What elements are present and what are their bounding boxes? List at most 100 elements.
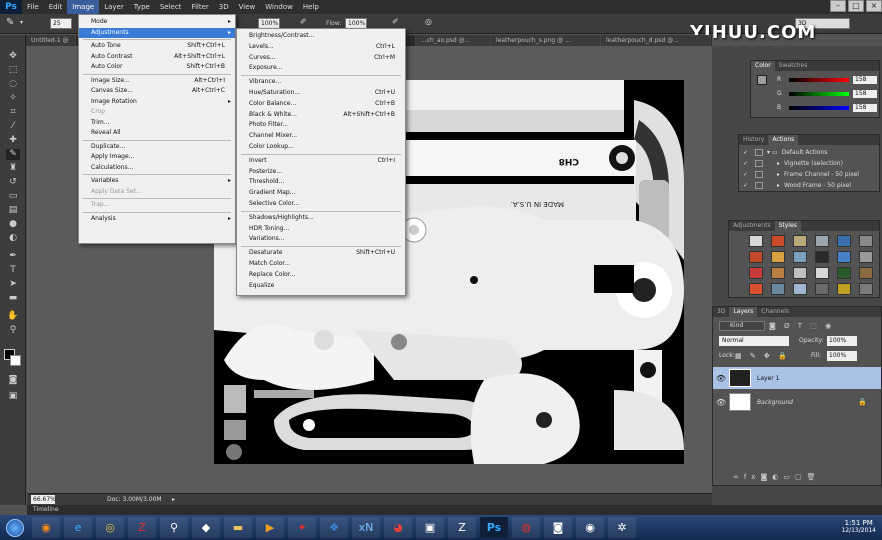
firefox-icon[interactable]: ◉ (32, 517, 60, 538)
gradient-tool-icon[interactable]: ▤ (6, 205, 20, 216)
menu-help[interactable]: Help (298, 0, 324, 14)
history-brush-tool-icon[interactable]: ↺ (6, 177, 20, 188)
photoshop-icon[interactable]: Ps (480, 517, 508, 538)
shape-tool-icon[interactable]: ▬ (6, 293, 20, 304)
menu-item-gradient-map[interactable]: Gradient Map... (237, 188, 405, 198)
style-swatch[interactable] (793, 251, 807, 263)
menu-item-color-balance[interactable]: Color Balance... Ctrl+B (237, 99, 405, 109)
color-slider-bar[interactable] (789, 105, 849, 110)
eyedropper-tool-icon[interactable]: ⁄ (6, 121, 20, 132)
menu-file[interactable]: File (22, 0, 44, 14)
quick-mask-icon[interactable]: ◙ (6, 375, 20, 386)
tab-layers[interactable]: Layers (729, 307, 758, 317)
pressure-opacity-icon[interactable]: ✐ (300, 17, 310, 26)
menu-item-equalize[interactable]: Equalize (237, 281, 405, 291)
menu-item-threshold[interactable]: Threshold... (237, 177, 405, 187)
menu-item-crop[interactable]: Crop (79, 107, 235, 117)
menu-item-canvas-size[interactable]: Canvas Size... Alt+Ctrl+C (79, 86, 235, 96)
menu-item-variables[interactable]: Variables ▸ (79, 176, 235, 186)
filter-kind-select[interactable]: Kind (719, 321, 765, 331)
menu-layer[interactable]: Layer (99, 0, 129, 14)
menu-item-levels[interactable]: Levels... Ctrl+L (237, 42, 405, 52)
monitor-icon[interactable]: ▣ (416, 517, 444, 538)
camera-icon[interactable]: ◉ (576, 517, 604, 538)
check-icon[interactable]: ✓ (743, 182, 751, 189)
layer-name[interactable]: Layer 1 (757, 375, 779, 382)
menu-item-image-size[interactable]: Image Size... Alt+Ctrl+I (79, 76, 235, 86)
link-icon[interactable]: ∞ (733, 473, 744, 481)
layer-row[interactable]: 👁 Background 🔒 (713, 391, 881, 413)
xnview-icon[interactable]: xN (352, 517, 380, 538)
timeline-panel-tab[interactable]: Timeline (27, 505, 882, 515)
expand-arrow-icon[interactable]: ▸ (767, 160, 780, 167)
menu-item-desaturate[interactable]: Desaturate Shift+Ctrl+U (237, 248, 405, 258)
search-icon[interactable]: ⚲ (160, 517, 188, 538)
style-swatch[interactable] (793, 235, 807, 247)
menu-item-exposure[interactable]: Exposure... (237, 63, 405, 73)
game-icon[interactable]: ✦ (288, 517, 316, 538)
tab-adjustments[interactable]: Adjustments (729, 221, 775, 231)
adjustment-layer-icon[interactable]: ◐ (772, 473, 783, 481)
style-swatch[interactable] (859, 283, 873, 295)
action-row[interactable]: ✓ ▸ Wood Frame - 50 pixel (743, 180, 875, 190)
blend-mode-select[interactable]: Normal (719, 336, 789, 346)
layer-row[interactable]: 👁 Layer 1 (713, 367, 881, 389)
media-player-icon[interactable]: ▶ (256, 517, 284, 538)
tool-preset-arrow-icon[interactable]: ▾ (20, 17, 28, 29)
action-row[interactable]: ✓ ▾ ▭ Default Actions (743, 147, 875, 157)
style-swatch[interactable] (749, 251, 763, 263)
screen-mode-icon[interactable]: ▣ (6, 391, 20, 402)
menu-item-shadows-highlights[interactable]: Shadows/Highlights... (237, 213, 405, 223)
tab-color[interactable]: Color (751, 61, 775, 71)
style-swatch[interactable] (771, 267, 785, 279)
document-tab[interactable]: ...ch_ao.psd @... (416, 35, 491, 46)
menu-item-curves[interactable]: Curves... Ctrl+M (237, 53, 405, 63)
dialog-toggle-icon[interactable] (755, 170, 763, 178)
visibility-eye-icon[interactable]: 👁 (713, 398, 729, 407)
tab-channels[interactable]: Channels (757, 307, 793, 317)
move-tool-icon[interactable]: ✥ (6, 51, 20, 62)
color-slider-bar[interactable] (789, 91, 849, 96)
style-swatch[interactable] (815, 251, 829, 263)
menu-item-replace-color[interactable]: Replace Color... (237, 270, 405, 280)
style-swatch[interactable] (859, 251, 873, 263)
style-swatch[interactable] (815, 267, 829, 279)
app-icon[interactable]: ◍ (512, 517, 540, 538)
style-swatch[interactable] (859, 267, 873, 279)
layer-opacity-field[interactable]: 100% (827, 336, 857, 346)
expand-arrow-icon[interactable]: ▸ (767, 182, 780, 189)
color-value-field[interactable]: 158 (853, 75, 877, 84)
ie-icon[interactable]: e (64, 517, 92, 538)
menu-item-auto-contrast[interactable]: Auto Contrast Alt+Shift+Ctrl+L (79, 52, 235, 62)
group-icon[interactable]: ▭ (783, 473, 795, 481)
menu-window[interactable]: Window (260, 0, 298, 14)
style-swatch[interactable] (749, 267, 763, 279)
check-icon[interactable]: ✓ (743, 160, 751, 167)
menu-item-image-rotation[interactable]: Image Rotation ▸ (79, 97, 235, 107)
action-row[interactable]: ✓ ▸ Frame Channel - 50 pixel (743, 169, 875, 179)
new-layer-icon[interactable]: ▢ (795, 473, 807, 481)
menu-item-vibrance[interactable]: Vibrance... (237, 77, 405, 87)
check-icon[interactable]: ✓ (743, 149, 751, 156)
style-swatch[interactable] (815, 283, 829, 295)
layer-filter-icons[interactable]: ◙ Ø T ⬚ ◉ (769, 321, 849, 331)
healing-brush-tool-icon[interactable]: ✚ (6, 135, 20, 146)
minimize-button[interactable]: – (830, 0, 846, 12)
document-tab[interactable]: Untitled-1 @ 6... (26, 35, 76, 55)
menu-type[interactable]: Type (129, 0, 155, 14)
dodge-tool-icon[interactable]: ◐ (6, 233, 20, 244)
marquee-tool-icon[interactable]: ⬚ (6, 65, 20, 76)
menu-item-hue-saturation[interactable]: Hue/Saturation... Ctrl+U (237, 88, 405, 98)
style-swatch[interactable] (749, 283, 763, 295)
start-button[interactable] (0, 515, 30, 540)
pen-tool-icon[interactable]: ✒ (6, 251, 20, 262)
style-swatch[interactable] (793, 283, 807, 295)
menu-item-apply-data-set[interactable]: Apply Data Set... (79, 187, 235, 197)
menu-item-auto-tone[interactable]: Auto Tone Shift+Ctrl+L (79, 41, 235, 51)
trash-icon[interactable]: 🗑 (807, 473, 821, 481)
folder-icon[interactable]: ▬ (224, 517, 252, 538)
close-button[interactable]: × (866, 0, 882, 12)
brush-size-field[interactable]: 25 (50, 18, 72, 29)
mask-icon[interactable]: ◙ (760, 473, 772, 481)
tab-swatches[interactable]: Swatches (775, 61, 812, 71)
